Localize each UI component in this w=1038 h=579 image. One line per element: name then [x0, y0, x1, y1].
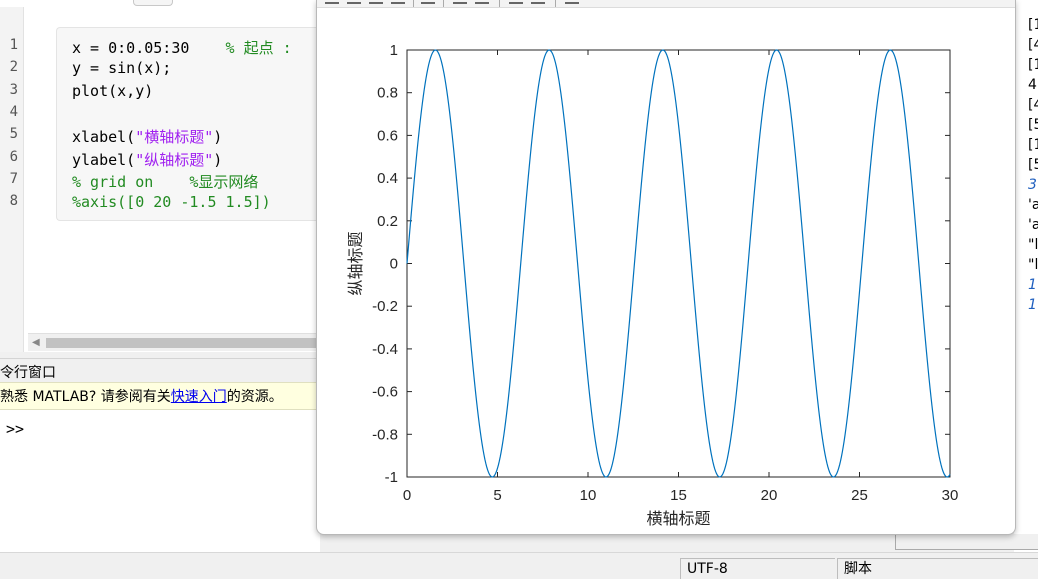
workspace-value: 3 [1028, 177, 1037, 193]
toolbar-rotate-icon[interactable] [453, 0, 467, 4]
matlab-desktop: 12345678 x = 0:0.05:30 % 起点 :y = sin(x);… [0, 0, 1038, 579]
x-tick-label: 10 [580, 487, 597, 504]
code-token-code: ylabel( [72, 150, 136, 169]
toolbar-dock-icon[interactable] [565, 0, 579, 4]
line-number: 8 [9, 193, 18, 210]
workspace-value: [1 [1028, 137, 1038, 153]
command-window-title: 令行窗口 [0, 365, 56, 381]
line-number: 6 [9, 148, 18, 165]
status-file-type: 脚本 [837, 558, 1038, 579]
plot-axes-box[interactable] [406, 49, 951, 478]
code-token-string: "横轴标题" [135, 128, 214, 147]
x-tick-label: 30 [942, 487, 959, 504]
workspace-value: "l [1028, 237, 1038, 253]
toolbar-new-icon[interactable] [325, 0, 339, 4]
code-token-string: "纵轴标题" [135, 150, 214, 169]
line-number: 3 [9, 81, 18, 98]
toolbar-colorbar-icon[interactable] [531, 0, 545, 4]
toolbar-legend-icon[interactable] [509, 0, 523, 4]
code-token-code: x = 0:0.05:30 [72, 39, 226, 57]
toolbar-zoom-icon[interactable] [421, 0, 435, 4]
command-window-input-area[interactable]: >> [0, 410, 320, 552]
toolbar-save-icon[interactable] [369, 0, 383, 4]
workspace-value: [4 [1028, 97, 1038, 113]
workspace-value: 1 [1028, 277, 1037, 293]
line-number: 4 [9, 103, 18, 120]
code-token-code: ) [213, 128, 223, 147]
command-window-titlebar: 令行窗口 [0, 358, 320, 382]
x-tick-label: 20 [761, 487, 778, 504]
code-token-code: plot(x,y) [72, 81, 154, 100]
y-tick-label: -1 [385, 469, 398, 486]
y-tick-label: 0.2 [377, 213, 398, 230]
x-tick-label: 0 [403, 487, 411, 504]
workspace-value: "l [1028, 257, 1038, 273]
notice-text-prefix: 熟悉 MATLAB? 请参阅有关 [0, 389, 171, 405]
workspace-value: [5 [1028, 117, 1038, 133]
code-token-comment: % grid on %显示网络 [72, 172, 259, 191]
y-tick-label: 0.4 [377, 170, 398, 187]
editor-tab[interactable] [133, 0, 173, 6]
x-axis-label: 横轴标题 [646, 510, 710, 528]
code-line[interactable]: %axis([0 20 -1.5 1.5]) [72, 193, 271, 211]
workspace-value: 'a [1028, 197, 1038, 213]
scrollbar-thumb[interactable] [46, 338, 338, 348]
workspace-value: 1 [1028, 297, 1037, 313]
workspace-value: [5 [1028, 157, 1038, 173]
workspace-value: 4 [1028, 77, 1037, 93]
sine-plot[interactable]: 0 5 10 15 20 25 30 -1 -0.8 -0.6 -0.4 -0.2 0 0.2 0.4 0.6… [317, 5, 1015, 535]
line-number: 1 [9, 37, 18, 53]
workspace-value: [1 [1028, 17, 1038, 33]
workspace-panel-frame [895, 534, 1038, 550]
y-tick-label: 0 [390, 256, 398, 273]
x-tick-label: 5 [493, 487, 501, 504]
line-number: 2 [9, 59, 18, 76]
code-line[interactable]: x = 0:0.05:30 % 起点 : [72, 37, 292, 58]
line-number: 5 [9, 126, 18, 143]
workspace-value: 'a [1028, 217, 1038, 233]
toolbar-open-icon[interactable] [347, 0, 361, 4]
code-token-code: ) [213, 150, 223, 169]
y-tick-label: -0.4 [372, 341, 398, 358]
x-tick-label: 25 [851, 487, 868, 504]
y-axis-label: 纵轴标题 [347, 231, 365, 295]
toolbar-datacursor-icon[interactable] [475, 0, 489, 4]
workspace-value: [4 [1028, 37, 1038, 53]
command-prompt: >> [6, 420, 25, 438]
y-tick-label: -0.2 [372, 298, 398, 315]
code-line[interactable]: % grid on %显示网络 [72, 171, 258, 192]
status-encoding: UTF-8 [680, 558, 835, 579]
y-tick-label: -0.6 [372, 384, 398, 401]
y-tick-label: 1 [390, 42, 398, 59]
notice-text-suffix: 的资源。 [226, 389, 283, 405]
code-token-comment: % 起点 : [225, 39, 292, 57]
workspace-value: [1 [1028, 57, 1038, 73]
editor-horizontal-scrollbar[interactable]: ◀ [28, 333, 340, 351]
toolbar-print-icon[interactable] [391, 0, 405, 4]
scroll-left-arrow-icon[interactable]: ◀ [32, 337, 40, 348]
y-tick-label: 0.6 [377, 127, 398, 144]
code-token-code: y = sin(x); [72, 59, 172, 78]
figure-window[interactable]: 0 5 10 15 20 25 30 -1 -0.8 -0.6 -0.4 -0.2 0 0.2 0.4 0.6… [316, 0, 1016, 535]
code-token-code: xlabel( [72, 128, 136, 147]
quick-start-link[interactable]: 快速入门 [171, 389, 227, 405]
status-bar: UTF-8 脚本 [0, 552, 1038, 579]
line-number: 7 [9, 170, 18, 187]
code-line[interactable]: xlabel("横轴标题") [72, 126, 222, 147]
command-window-notice: 熟悉 MATLAB? 请参阅有关快速入门的资源。 [0, 382, 320, 410]
code-line[interactable]: y = sin(x); [72, 59, 171, 77]
code-editor[interactable]: 12345678 x = 0:0.05:30 % 起点 :y = sin(x);… [0, 0, 340, 352]
y-tick-label: -0.8 [372, 426, 398, 443]
y-tick-label: 0.8 [377, 85, 398, 102]
code-line[interactable]: plot(x,y) [72, 82, 153, 100]
code-token-comment: %axis([0 20 -1.5 1.5]) [72, 193, 271, 212]
code-line[interactable]: ylabel("纵轴标题") [72, 149, 222, 170]
x-tick-label: 15 [670, 487, 687, 504]
